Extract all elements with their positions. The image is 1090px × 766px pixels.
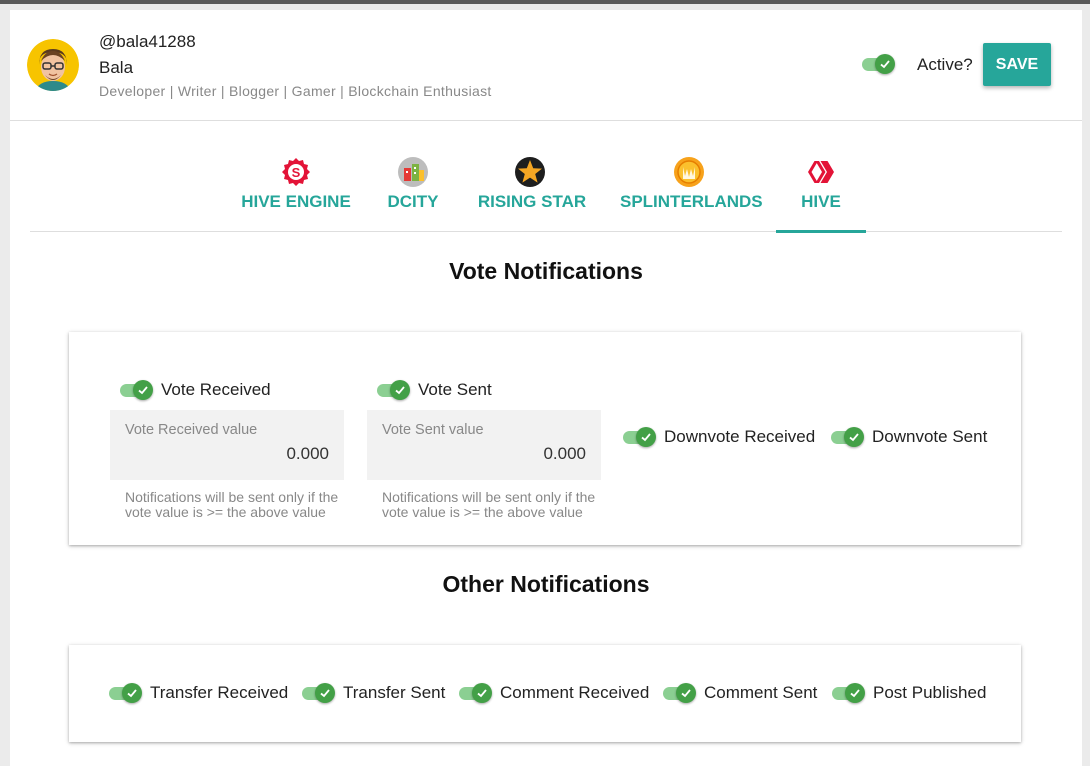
- tab-label: RISING STAR: [477, 192, 587, 211]
- downvote-sent-label: Downvote Sent: [872, 427, 988, 446]
- check-icon: [641, 433, 651, 442]
- avatar-image: [27, 39, 79, 91]
- tab-label: DCITY: [387, 192, 439, 211]
- field-label: Vote Sent value: [382, 422, 484, 438]
- tab-splinterlands[interactable]: SPLINTERLANDS: [620, 142, 763, 231]
- toggle-knob: [844, 427, 864, 447]
- tab-hive[interactable]: HIVE: [776, 142, 866, 233]
- hive-engine-icon: S: [282, 158, 310, 186]
- splinterlands-icon: [674, 157, 704, 187]
- tab-label: SPLINTERLANDS: [620, 192, 763, 211]
- vote-received-label: Vote Received: [161, 380, 271, 399]
- active-label: Active?: [917, 55, 973, 74]
- check-icon: [850, 689, 860, 698]
- window-top-edge: [0, 0, 1090, 4]
- tab-dcity[interactable]: DCITY: [384, 142, 442, 231]
- vote-notifications-panel: Vote Received Vote Received value 0.000 …: [69, 332, 1021, 545]
- svg-text:S: S: [292, 165, 301, 180]
- profile-bio: Developer | Writer | Blogger | Gamer | B…: [99, 83, 492, 99]
- vote-received-toggle-row[interactable]: Vote Received: [120, 379, 271, 401]
- toggle-knob: [122, 683, 142, 703]
- post-published-toggle[interactable]: [832, 682, 866, 704]
- game-tabs: S HIVE ENGINE DCITY RISING STAR SPLINTER…: [30, 142, 1062, 233]
- tab-label: HIVE: [801, 192, 841, 211]
- vote-sent-label: Vote Sent: [418, 380, 492, 399]
- toggle-knob: [875, 54, 895, 74]
- dcity-icon: [398, 157, 428, 187]
- vote-sent-value-field[interactable]: Vote Sent value 0.000: [367, 410, 601, 480]
- other-notifications-panel: Transfer Received Transfer Sent Comment …: [69, 645, 1021, 742]
- check-icon: [320, 689, 330, 698]
- toggle-knob: [636, 427, 656, 447]
- check-icon: [681, 689, 691, 698]
- check-icon: [849, 433, 859, 442]
- vote-sent-toggle-row[interactable]: Vote Sent: [377, 379, 492, 401]
- comment-received-toggle[interactable]: [459, 682, 493, 704]
- tab-rising-star[interactable]: RISING STAR: [476, 142, 588, 231]
- active-toggle[interactable]: [862, 53, 896, 75]
- tab-hive-engine[interactable]: S HIVE ENGINE: [240, 142, 352, 231]
- toggle-knob: [133, 380, 153, 400]
- check-icon: [395, 386, 405, 395]
- check-icon: [880, 60, 890, 69]
- comment-received-label: Comment Received: [500, 683, 650, 702]
- avatar: [27, 39, 79, 91]
- downvote-sent-toggle[interactable]: [831, 426, 865, 448]
- check-icon: [138, 386, 148, 395]
- toggle-knob: [845, 683, 865, 703]
- field-label: Vote Received value: [125, 422, 258, 438]
- transfer-sent-label: Transfer Sent: [343, 683, 446, 702]
- toggle-knob: [390, 380, 410, 400]
- transfer-received-toggle[interactable]: [109, 682, 143, 704]
- vote-received-toggle[interactable]: [120, 379, 154, 401]
- transfer-received-label: Transfer Received: [150, 683, 289, 702]
- comment-sent-toggle[interactable]: [663, 682, 697, 704]
- comment-received-toggle-row[interactable]: Comment Received: [459, 682, 649, 704]
- transfer-sent-toggle-row[interactable]: Transfer Sent: [302, 682, 445, 704]
- vote-sent-toggle[interactable]: [377, 379, 411, 401]
- post-published-toggle-row[interactable]: Post Published: [832, 682, 986, 704]
- profile-handle: @bala41288: [99, 32, 196, 51]
- check-icon: [127, 689, 137, 698]
- save-button[interactable]: SAVE: [983, 43, 1051, 86]
- vote-received-value-field[interactable]: Vote Received value 0.000: [110, 410, 344, 480]
- toggle-knob: [315, 683, 335, 703]
- rising-star-icon: [515, 157, 545, 187]
- vote-received-value[interactable]: 0.000: [286, 444, 329, 464]
- downvote-received-toggle-row[interactable]: Downvote Received: [623, 426, 815, 448]
- tab-label: HIVE ENGINE: [241, 192, 351, 211]
- check-icon: [477, 689, 487, 698]
- vote-received-helper: Notifications will be sent only if the v…: [125, 489, 339, 520]
- comment-sent-toggle-row[interactable]: Comment Sent: [663, 682, 817, 704]
- profile-name: Bala: [99, 58, 134, 77]
- profile-header: @bala41288 Bala Developer | Writer | Blo…: [10, 10, 1082, 121]
- other-notifications-title: Other Notifications: [442, 571, 650, 597]
- toggle-knob: [472, 683, 492, 703]
- hive-icon: [808, 161, 834, 183]
- downvote-received-label: Downvote Received: [664, 427, 816, 446]
- downvote-received-toggle[interactable]: [623, 426, 657, 448]
- post-published-label: Post Published: [873, 683, 987, 702]
- vote-notifications-title: Vote Notifications: [449, 258, 643, 284]
- vote-sent-value[interactable]: 0.000: [543, 444, 586, 464]
- toggle-knob: [676, 683, 696, 703]
- downvote-sent-toggle-row[interactable]: Downvote Sent: [831, 426, 987, 448]
- settings-card: @bala41288 Bala Developer | Writer | Blo…: [10, 10, 1082, 766]
- comment-sent-label: Comment Sent: [704, 683, 818, 702]
- vote-sent-helper: Notifications will be sent only if the v…: [382, 489, 596, 520]
- transfer-received-toggle-row[interactable]: Transfer Received: [109, 682, 288, 704]
- transfer-sent-toggle[interactable]: [302, 682, 336, 704]
